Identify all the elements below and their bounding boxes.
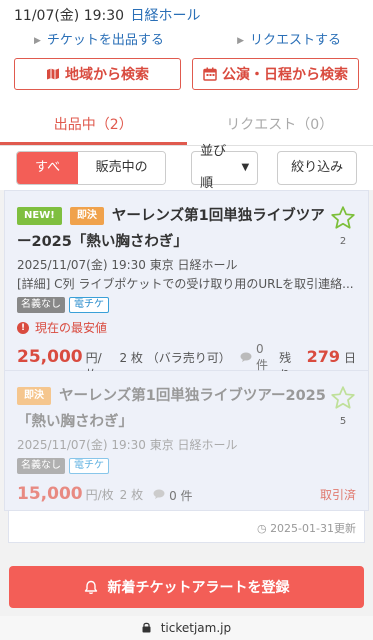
calendar-icon bbox=[203, 67, 217, 81]
filter-bar: すべて 販売中のみ 並び順 ▼ 絞り込み bbox=[0, 144, 373, 191]
narrow-down-button[interactable]: 絞り込み bbox=[277, 151, 357, 185]
alert-icon: ! bbox=[17, 321, 29, 334]
bell-icon bbox=[84, 580, 98, 595]
updated-timestamp: ◷ 2025-01-31更新 bbox=[8, 511, 365, 543]
star-icon bbox=[331, 206, 355, 229]
search-by-region-button[interactable]: 地域から検索 bbox=[14, 58, 181, 90]
chevron-right-icon: ▶ bbox=[237, 36, 244, 46]
filter-all-button[interactable]: すべて bbox=[17, 152, 79, 184]
clock-icon: ◷ bbox=[256, 522, 267, 535]
request-link[interactable]: ▶ リクエストする bbox=[237, 30, 341, 52]
e-ticket-badge: 電チケ bbox=[69, 458, 109, 474]
listing-price: 15,000 bbox=[17, 484, 83, 504]
listing-title-line: NEW! 即決 ヤーレンズ第1回単独ライブツアー2025「熱い胸さわぎ」 bbox=[17, 203, 356, 255]
star-icon bbox=[331, 386, 355, 409]
event-venue-link[interactable]: 日経ホール bbox=[131, 8, 201, 24]
lock-icon bbox=[142, 617, 151, 640]
lowest-price-notice: ! 現在の最安値 bbox=[17, 319, 356, 336]
event-date: 11/07(金) 19:30 bbox=[14, 8, 125, 24]
listing-card[interactable]: 即決 ヤーレンズ第1回単独ライブツアー2025「熱い胸さわぎ」 5 2025/1… bbox=[4, 371, 369, 511]
url-text: ticketjam.jp bbox=[160, 621, 232, 635]
listing-title: ヤーレンズ第1回単独ライブツアー2025「熱い胸さわぎ」 bbox=[17, 388, 326, 430]
no-name-badge: 名義なし bbox=[17, 297, 65, 313]
listing-datetime-place: 2025/11/07(金) 19:30 東京 日経ホール bbox=[17, 258, 238, 272]
search-by-schedule-label: 公演・日程から検索 bbox=[222, 67, 348, 83]
register-alert-label: 新着チケットアラートを登録 bbox=[107, 580, 290, 596]
remain-days: 279 bbox=[306, 346, 340, 366]
remain-unit: 日 bbox=[343, 350, 356, 365]
status-badge: 取引済 bbox=[319, 488, 356, 502]
favorite-button[interactable]: 5 bbox=[330, 385, 356, 427]
listing-title-line: 即決 ヤーレンズ第1回単独ライブツアー2025「熱い胸さわぎ」 bbox=[17, 383, 356, 435]
chevron-down-icon: ▼ bbox=[241, 162, 250, 173]
listing-title: ヤーレンズ第1回単独ライブツアー2025「熱い胸さわぎ」 bbox=[17, 208, 325, 250]
chevron-right-icon: ▶ bbox=[34, 36, 41, 46]
comment-count: 0 件 bbox=[255, 342, 268, 372]
sell-ticket-label: チケットを出品する bbox=[46, 33, 164, 48]
search-by-schedule-button[interactable]: 公演・日程から検索 bbox=[192, 58, 359, 90]
updated-label: 2025-01-31更新 bbox=[270, 522, 356, 535]
browser-url-bar[interactable]: ticketjam.jp bbox=[0, 616, 373, 640]
favorite-count: 2 bbox=[339, 236, 347, 247]
e-ticket-badge: 電チケ bbox=[69, 297, 109, 313]
listing-quantity: 2 枚 （バラ売り可） bbox=[119, 350, 231, 365]
sort-dropdown[interactable]: 並び順 ▼ bbox=[191, 144, 259, 191]
listing-card[interactable]: NEW! 即決 ヤーレンズ第1回単独ライブツアー2025「熱い胸さわぎ」 2 2… bbox=[4, 190, 369, 382]
listing-detail: [詳細] C列 ライブポケットでの受け取り用のURLを取引連絡... bbox=[17, 277, 354, 291]
comment-icon bbox=[153, 488, 165, 502]
listing-tabs: 出品中（2） リクエスト（0） bbox=[0, 104, 373, 146]
favorite-count: 5 bbox=[339, 416, 347, 427]
new-tag: NEW! bbox=[17, 207, 62, 225]
favorite-button[interactable]: 2 bbox=[330, 205, 356, 247]
comment-icon bbox=[240, 351, 252, 365]
listing-price: 25,000 bbox=[17, 346, 83, 367]
sale-filter-toggle: すべて 販売中のみ bbox=[16, 151, 167, 185]
request-label: リクエストする bbox=[249, 33, 341, 48]
comment-count: 0 件 bbox=[169, 488, 193, 503]
sell-ticket-link[interactable]: ▶ チケットを出品する bbox=[34, 30, 164, 52]
price-unit: 円/枚 bbox=[85, 488, 114, 502]
no-name-badge: 名義なし bbox=[17, 458, 65, 474]
lowest-price-label: 現在の最安値 bbox=[35, 321, 108, 335]
instant-buy-tag: 即決 bbox=[17, 387, 51, 405]
listing-quantity: 2 枚 bbox=[119, 488, 144, 502]
filter-on-sale-button[interactable]: 販売中のみ bbox=[78, 152, 166, 184]
instant-buy-tag: 即決 bbox=[69, 207, 104, 225]
listing-list: NEW! 即決 ヤーレンズ第1回単独ライブツアー2025「熱い胸さわぎ」 2 2… bbox=[0, 190, 373, 543]
tab-listings[interactable]: 出品中（2） bbox=[0, 104, 187, 145]
event-header: 11/07(金) 19:30 日経ホール ▶ チケットを出品する ▶ リクエスト… bbox=[0, 0, 373, 104]
event-datetime: 11/07(金) 19:30 日経ホール bbox=[14, 6, 359, 26]
listing-datetime-place: 2025/11/07(金) 19:30 東京 日経ホール bbox=[17, 438, 238, 452]
register-alert-button[interactable]: 新着チケットアラートを登録 bbox=[9, 566, 364, 608]
map-icon bbox=[46, 67, 60, 81]
search-by-region-label: 地域から検索 bbox=[65, 67, 149, 83]
